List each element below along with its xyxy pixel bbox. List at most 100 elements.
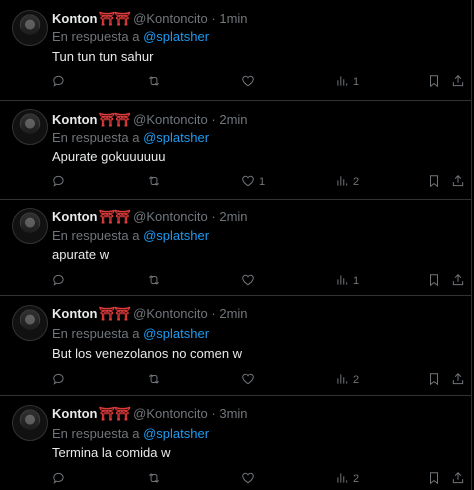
- reply-button[interactable]: [52, 471, 70, 487]
- timestamp[interactable]: 1min: [219, 11, 247, 26]
- tweet-header: Konton⛩⛩ @Kontoncito · 2min: [52, 209, 248, 225]
- retweet-button[interactable]: [147, 372, 165, 388]
- share-icon: [451, 471, 465, 488]
- reply-prefix: En respuesta a: [52, 326, 140, 341]
- bookmark-button[interactable]: [427, 273, 441, 289]
- like-button[interactable]: 1: [241, 174, 265, 190]
- retweet-button[interactable]: [147, 273, 165, 289]
- views-button[interactable]: 2: [335, 471, 359, 487]
- tweet-actions: 1: [52, 74, 471, 90]
- tweet-feed: Konton⛩⛩ @Kontoncito · 1min En respuesta…: [0, 0, 474, 490]
- view-count: 2: [353, 374, 360, 386]
- reply-user-link[interactable]: @splatsher: [143, 29, 209, 44]
- reply-prefix: En respuesta a: [52, 130, 140, 145]
- avatar[interactable]: [12, 109, 48, 145]
- tweet-header: Konton⛩⛩ @Kontoncito · 3min: [52, 406, 248, 422]
- tweet[interactable]: Konton⛩⛩ @Kontoncito · 1min En respuesta…: [0, 0, 472, 101]
- author-name[interactable]: Konton: [52, 11, 97, 26]
- timestamp[interactable]: 3min: [219, 406, 247, 421]
- bar-chart-icon: [335, 471, 349, 488]
- share-button[interactable]: [451, 471, 465, 487]
- reply-context: En respuesta a @splatsher: [52, 326, 209, 342]
- bar-chart-icon: [335, 273, 349, 290]
- view-count: 2: [353, 176, 360, 188]
- timestamp[interactable]: 2min: [219, 306, 247, 321]
- avatar[interactable]: [12, 305, 48, 341]
- reply-button[interactable]: [52, 74, 70, 90]
- bookmark-button[interactable]: [427, 174, 441, 190]
- timestamp[interactable]: 2min: [219, 209, 247, 224]
- tweet-text: Apurate gokuuuuuu: [52, 149, 166, 164]
- view-count: 1: [353, 76, 360, 88]
- views-button[interactable]: 2: [335, 174, 359, 190]
- torii-emoji: ⛩⛩: [98, 406, 130, 421]
- share-button[interactable]: [451, 74, 465, 90]
- bookmark-button[interactable]: [427, 471, 441, 487]
- author-name[interactable]: Konton: [52, 209, 97, 224]
- tweet-actions: 2: [52, 372, 471, 388]
- author-handle[interactable]: @Kontoncito: [133, 306, 208, 321]
- reply-context: En respuesta a @splatsher: [52, 130, 209, 146]
- reply-user-link[interactable]: @splatsher: [143, 130, 209, 145]
- author-handle[interactable]: @Kontoncito: [133, 209, 208, 224]
- bookmark-icon: [427, 74, 441, 91]
- separator-dot: ·: [211, 11, 216, 26]
- separator-dot: ·: [211, 406, 216, 421]
- reply-user-link[interactable]: @splatsher: [143, 228, 209, 243]
- tweet-header: Konton⛩⛩ @Kontoncito · 2min: [52, 306, 248, 322]
- bookmark-button[interactable]: [427, 74, 441, 90]
- reply-prefix: En respuesta a: [52, 426, 140, 441]
- heart-icon: [241, 372, 255, 389]
- tweet-header: Konton⛩⛩ @Kontoncito · 2min: [52, 112, 248, 128]
- tweet-text: But los venezolanos no comen w: [52, 346, 243, 361]
- tweet-actions: 1: [52, 273, 471, 289]
- author-handle[interactable]: @Kontoncito: [133, 112, 208, 127]
- retweet-icon: [147, 74, 161, 91]
- reply-user-link[interactable]: @splatsher: [143, 326, 209, 341]
- reply-context: En respuesta a @splatsher: [52, 228, 209, 244]
- tweet[interactable]: Konton⛩⛩ @Kontoncito · 2min En respuesta…: [0, 101, 472, 200]
- reply-button[interactable]: [52, 174, 70, 190]
- tweet-header: Konton⛩⛩ @Kontoncito · 1min: [52, 11, 248, 27]
- author-name[interactable]: Konton: [52, 306, 97, 321]
- author-handle[interactable]: @Kontoncito: [133, 406, 208, 421]
- bookmark-icon: [427, 174, 441, 191]
- like-button[interactable]: [241, 273, 259, 289]
- reply-icon: [52, 74, 66, 91]
- bookmark-icon: [427, 273, 441, 290]
- avatar[interactable]: [12, 208, 48, 244]
- reply-button[interactable]: [52, 372, 70, 388]
- tweet[interactable]: Konton⛩⛩ @Kontoncito · 3min En respuesta…: [0, 396, 472, 490]
- retweet-button[interactable]: [147, 174, 165, 190]
- author-name[interactable]: Konton: [52, 112, 97, 127]
- share-icon: [451, 74, 465, 91]
- tweet[interactable]: Konton⛩⛩ @Kontoncito · 2min En respuesta…: [0, 200, 472, 296]
- views-button[interactable]: 1: [335, 273, 359, 289]
- author-handle[interactable]: @Kontoncito: [133, 11, 208, 26]
- retweet-button[interactable]: [147, 471, 165, 487]
- avatar[interactable]: [12, 10, 48, 46]
- reply-button[interactable]: [52, 273, 70, 289]
- like-button[interactable]: [241, 471, 259, 487]
- bookmark-icon: [427, 372, 441, 389]
- share-icon: [451, 273, 465, 290]
- heart-icon: [241, 273, 255, 290]
- views-button[interactable]: 2: [335, 372, 359, 388]
- views-button[interactable]: 1: [335, 74, 359, 90]
- share-button[interactable]: [451, 273, 465, 289]
- tweet-text: apurate w: [52, 247, 110, 262]
- share-button[interactable]: [451, 174, 465, 190]
- reply-icon: [52, 174, 66, 191]
- retweet-button[interactable]: [147, 74, 165, 90]
- torii-emoji: ⛩⛩: [98, 306, 130, 321]
- like-button[interactable]: [241, 74, 259, 90]
- torii-emoji: ⛩⛩: [98, 209, 130, 224]
- author-name[interactable]: Konton: [52, 406, 97, 421]
- reply-user-link[interactable]: @splatsher: [143, 426, 209, 441]
- avatar[interactable]: [12, 405, 48, 441]
- timestamp[interactable]: 2min: [219, 112, 247, 127]
- share-button[interactable]: [451, 372, 465, 388]
- bookmark-button[interactable]: [427, 372, 441, 388]
- like-button[interactable]: [241, 372, 259, 388]
- tweet[interactable]: Konton⛩⛩ @Kontoncito · 2min En respuesta…: [0, 296, 472, 396]
